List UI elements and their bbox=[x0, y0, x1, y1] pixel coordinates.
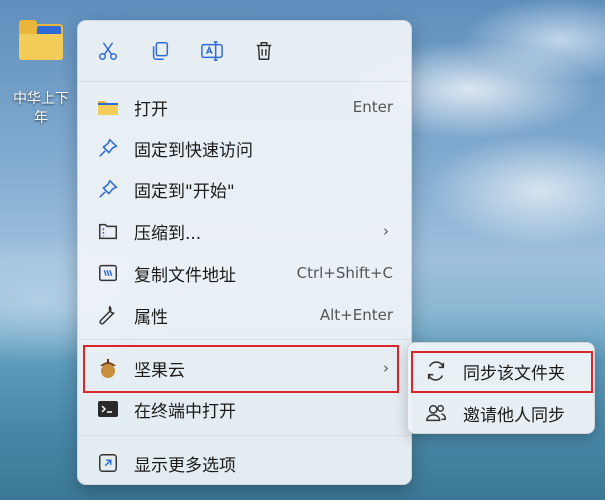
cut-button[interactable] bbox=[95, 38, 121, 64]
pin-icon bbox=[96, 177, 120, 201]
menu-divider bbox=[78, 435, 411, 436]
menu-item-label: 在终端中打开 bbox=[134, 401, 236, 422]
trash-icon bbox=[256, 42, 272, 60]
menu-item-jianguoyun[interactable]: 坚果云 › bbox=[78, 348, 411, 388]
submenu-item-label: 邀请他人同步 bbox=[463, 405, 565, 426]
menu-item-copy-path[interactable]: 复制文件地址 Ctrl+Shift+C bbox=[78, 253, 411, 293]
desktop-folder[interactable]: 中华上下 年 bbox=[6, 20, 76, 128]
terminal-icon bbox=[96, 397, 120, 421]
menu-item-label: 打开 bbox=[134, 99, 168, 120]
zip-icon bbox=[96, 219, 120, 243]
context-toolbar bbox=[78, 21, 411, 82]
menu-item-open-terminal[interactable]: 在终端中打开 bbox=[78, 389, 411, 429]
menu-item-shortcut: Enter bbox=[352, 98, 393, 116]
rename-button[interactable] bbox=[199, 38, 225, 64]
context-menu: 打开 Enter 固定到快速访问 固定到"开始" 压缩到... › 复制文件地址… bbox=[77, 20, 412, 485]
submenu-item-label: 同步该文件夹 bbox=[463, 363, 565, 384]
menu-item-label: 固定到"开始" bbox=[134, 181, 235, 202]
chevron-right-icon: › bbox=[383, 359, 389, 377]
copy-icon bbox=[152, 42, 169, 60]
delete-button[interactable] bbox=[251, 38, 277, 64]
menu-item-label: 显示更多选项 bbox=[134, 455, 236, 476]
menu-item-shortcut: Ctrl+Shift+C bbox=[296, 264, 393, 282]
menu-item-shortcut: Alt+Enter bbox=[319, 306, 393, 324]
menu-item-more-options[interactable]: 显示更多选项 bbox=[78, 443, 411, 483]
menu-item-label: 固定到快速访问 bbox=[134, 140, 253, 161]
more-options-icon bbox=[96, 451, 120, 475]
menu-divider bbox=[78, 339, 411, 340]
people-icon bbox=[425, 402, 447, 424]
nut-icon bbox=[96, 356, 120, 380]
copy-button[interactable] bbox=[147, 38, 173, 64]
chevron-right-icon: › bbox=[383, 222, 389, 240]
menu-item-properties[interactable]: 属性 Alt+Enter bbox=[78, 295, 411, 335]
folder-icon bbox=[96, 95, 120, 119]
menu-item-pin-quick-access[interactable]: 固定到快速访问 bbox=[78, 128, 411, 168]
menu-item-label: 压缩到... bbox=[134, 223, 202, 244]
rename-icon bbox=[201, 41, 223, 61]
desktop-folder-label: 中华上下 年 bbox=[13, 91, 69, 126]
scissors-icon bbox=[99, 42, 117, 60]
submenu-item-sync-folder[interactable]: 同步该文件夹 bbox=[408, 351, 594, 391]
menu-item-open[interactable]: 打开 Enter bbox=[78, 87, 411, 127]
submenu-jianguoyun: 同步该文件夹 邀请他人同步 bbox=[407, 342, 595, 434]
menu-item-label: 坚果云 bbox=[134, 360, 185, 381]
menu-item-compress[interactable]: 压缩到... › bbox=[78, 211, 411, 251]
menu-item-label: 复制文件地址 bbox=[134, 265, 236, 286]
folder-icon bbox=[19, 20, 63, 60]
menu-item-pin-start[interactable]: 固定到"开始" bbox=[78, 169, 411, 209]
menu-item-label: 属性 bbox=[134, 307, 168, 328]
sync-icon bbox=[425, 360, 447, 382]
wrench-icon bbox=[96, 303, 120, 327]
submenu-item-invite-sync[interactable]: 邀请他人同步 bbox=[408, 393, 594, 433]
pin-icon bbox=[96, 136, 120, 160]
path-icon bbox=[96, 261, 120, 285]
